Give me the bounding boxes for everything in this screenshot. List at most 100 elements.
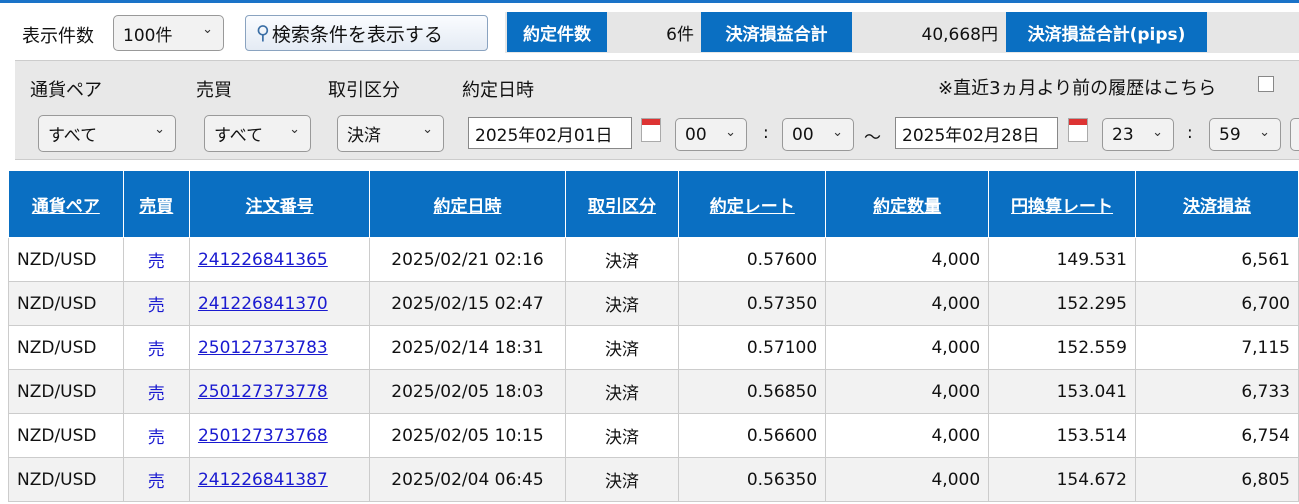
cell-quantity: 4,000: [825, 237, 990, 282]
pips-total-value: [1210, 12, 1295, 52]
time-colon: :: [763, 123, 769, 143]
order-number-link[interactable]: 250127373783: [198, 338, 328, 358]
count-value: 100件: [123, 25, 173, 46]
date-label: 約定日時: [462, 80, 534, 101]
cell-pair: NZD/USD: [8, 281, 124, 326]
cell-type: 決済: [564, 413, 680, 458]
calendar-icon[interactable]: [1068, 118, 1088, 142]
type-label: 取引区分: [328, 80, 400, 101]
show-search-button[interactable]: ⚲ 検索条件を表示する: [245, 15, 488, 51]
cell-pair: NZD/USD: [8, 413, 124, 458]
table-row: NZD/USD 売 250127373783 2025/02/14 18:31 決済 0.…: [8, 325, 1299, 370]
sort-header-quantity[interactable]: 約定数量: [825, 170, 990, 238]
chevron-down-icon: ⌄: [832, 125, 843, 140]
calendar-icon[interactable]: [641, 118, 661, 142]
cell-pl: 6,700: [1134, 281, 1299, 326]
cell-quantity: 4,000: [825, 369, 990, 414]
order-number-link[interactable]: 241226841370: [198, 294, 328, 314]
cell-exec-time: 2025/02/21 02:16: [369, 237, 566, 282]
cell-type: 決済: [564, 325, 680, 370]
pair-value: すべて: [48, 126, 98, 146]
cell-order-no: 250127373778: [188, 369, 371, 414]
cell-type: 決済: [564, 457, 680, 502]
cell-order-no: 241226841387: [188, 457, 371, 502]
chevron-down-icon: ⌄: [202, 22, 213, 37]
cell-exec-time: 2025/02/05 18:03: [369, 369, 566, 414]
table-row: NZD/USD 売 241226841370 2025/02/15 02:47 決済 0.…: [8, 281, 1299, 326]
cell-jpy-rate: 154.672: [988, 457, 1136, 502]
pl-total-value: 40,668円: [921, 24, 998, 45]
to-hour-select[interactable]: 23 ⌄: [1102, 118, 1174, 151]
pips-total-label: 決済損益合計(pips): [1006, 12, 1207, 52]
cell-rate: 0.56350: [678, 457, 827, 502]
cell-pl: 6,754: [1134, 413, 1299, 458]
cell-side: 売: [122, 281, 190, 326]
order-number-link[interactable]: 250127373768: [198, 426, 328, 446]
to-date-input[interactable]: 2025年02月28日: [895, 117, 1058, 149]
side-value: すべて: [214, 126, 264, 146]
sort-header-pl[interactable]: 決済損益: [1134, 170, 1299, 238]
sort-header-rate[interactable]: 約定レート: [678, 170, 827, 238]
history-link[interactable]: ※直近3ヵ月より前の履歴はこちら: [938, 74, 1216, 100]
table-row: NZD/USD 売 241226841365 2025/02/21 02:16 決済 0.…: [8, 237, 1299, 282]
chevron-down-icon: ⌄: [154, 122, 165, 137]
count-select[interactable]: 100件 ⌄: [113, 15, 224, 51]
cell-quantity: 4,000: [825, 457, 990, 502]
trades-count-label: 約定件数: [507, 12, 607, 52]
side-select[interactable]: すべて ⌄: [204, 115, 311, 152]
cell-jpy-rate: 152.295: [988, 281, 1136, 326]
cell-type: 決済: [564, 281, 680, 326]
sort-header-pair[interactable]: 通貨ペア: [8, 170, 124, 238]
show-search-label: 検索条件を表示する: [271, 23, 443, 46]
cell-rate: 0.57100: [678, 325, 827, 370]
cell-side: 売: [122, 413, 190, 458]
search-icon: ⚲: [256, 22, 270, 44]
table-row: NZD/USD 売 250127373778 2025/02/05 18:03 決済 0.…: [8, 369, 1299, 414]
chevron-down-icon: ⌄: [289, 122, 300, 137]
table-row: NZD/USD 売 241226841387 2025/02/04 06:45 決済 0.…: [8, 457, 1299, 502]
chevron-down-icon: ⌄: [1259, 125, 1270, 140]
sort-header-order-no[interactable]: 注文番号: [188, 170, 371, 238]
cell-order-no: 250127373768: [188, 413, 371, 458]
cell-rate: 0.56850: [678, 369, 827, 414]
side-label: 売買: [196, 80, 232, 101]
cell-pair: NZD/USD: [8, 325, 124, 370]
type-select[interactable]: 決済 ⌄: [337, 115, 444, 152]
chevron-down-icon: ⌄: [725, 125, 736, 140]
to-hour-value: 23: [1112, 124, 1134, 145]
sort-header-exec-time[interactable]: 約定日時: [369, 170, 566, 238]
sort-header-jpy-rate[interactable]: 円換算レート: [988, 170, 1136, 238]
cell-quantity: 4,000: [825, 281, 990, 326]
new-window-icon: [1258, 76, 1274, 92]
from-date-input[interactable]: 2025年02月01日: [468, 117, 632, 149]
chevron-down-icon: ⌄: [422, 122, 433, 137]
to-min-select[interactable]: 59 ⌄: [1209, 118, 1281, 151]
trade-history-table: 通貨ペア 売買 注文番号 約定日時 取引区分 約定レート 約定数量 円換算レート 決済損益 NZ…: [8, 170, 1299, 502]
cell-pair: NZD/USD: [8, 369, 124, 414]
sort-header-side[interactable]: 売買: [122, 170, 190, 238]
from-hour-select[interactable]: 00 ⌄: [675, 118, 747, 151]
cell-order-no: 250127373783: [188, 325, 371, 370]
chevron-down-icon: ⌄: [1152, 125, 1163, 140]
cell-pl: 6,733: [1134, 369, 1299, 414]
order-number-link[interactable]: 250127373778: [198, 382, 328, 402]
from-hour-value: 00: [685, 124, 707, 145]
cell-order-no: 241226841370: [188, 281, 371, 326]
cell-pl: 7,115: [1134, 325, 1299, 370]
search-button-partial[interactable]: [1290, 118, 1299, 151]
order-number-link[interactable]: 241226841365: [198, 250, 328, 270]
from-min-select[interactable]: 00 ⌄: [782, 118, 854, 151]
from-min-value: 00: [792, 124, 814, 145]
to-min-value: 59: [1219, 124, 1241, 145]
order-number-link[interactable]: 241226841387: [198, 470, 328, 490]
cell-type: 決済: [564, 237, 680, 282]
time-colon: :: [1187, 123, 1193, 143]
cell-order-no: 241226841365: [188, 237, 371, 282]
range-tilde: ～: [864, 128, 881, 148]
cell-exec-time: 2025/02/05 10:15: [369, 413, 566, 458]
cell-jpy-rate: 153.041: [988, 369, 1136, 414]
cell-pl: 6,561: [1134, 237, 1299, 282]
count-label: 表示件数: [22, 26, 94, 47]
pair-select[interactable]: すべて ⌄: [38, 115, 176, 152]
sort-header-type[interactable]: 取引区分: [564, 170, 680, 238]
